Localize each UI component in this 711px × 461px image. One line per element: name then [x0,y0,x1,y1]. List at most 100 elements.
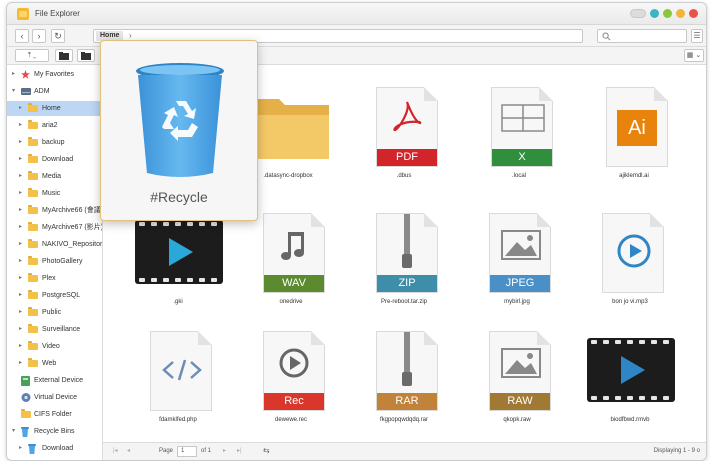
file-item[interactable]: bon jo vi.mp3 [575,203,685,321]
refresh-button[interactable]: ↻ [51,29,65,43]
sidebar-item-postgresql[interactable]: ▸ PostgreSQL [7,288,102,303]
folder-icon [28,324,38,333]
last-page-button[interactable]: ▸| [237,447,242,454]
window-close-button[interactable] [689,9,698,18]
sidebar-item-video[interactable]: ▸ Video [7,339,102,354]
expand-triangle-icon[interactable]: ▸ [19,288,22,303]
window-minimize-button[interactable] [676,9,685,18]
window-toggle-button[interactable] [630,9,646,18]
drag-preview-label: #Recycle [150,189,208,205]
sidebar-item-my-favorites[interactable]: ▸ My Favorites [7,67,102,82]
collapse-triangle-icon[interactable]: ▾ [12,84,15,99]
expand-triangle-icon[interactable]: ▸ [19,220,22,235]
expand-triangle-icon[interactable]: ▸ [19,356,22,371]
raw-file-icon: RAW [489,331,551,411]
window-info-button[interactable] [650,9,659,18]
sidebar-tree: ▸ My Favorites ▾ ADM ▸ Home ▸ aria2 ▸ ba… [7,65,103,460]
page-number-input[interactable]: 1 [177,446,197,457]
file-name: bon jo vi.mp3 [612,299,648,305]
file-item[interactable]: RAR fkgpopqwdqdq.rar [349,321,459,439]
acrobat-icon [393,101,422,132]
expand-triangle-icon[interactable]: ▸ [19,339,22,354]
expand-triangle-icon[interactable]: ▸ [19,186,22,201]
sidebar-item-plex[interactable]: ▸ Plex [7,271,102,286]
audio-file-icon [602,213,664,293]
sidebar-item-virtual-device[interactable]: Virtual Device [7,390,102,405]
sidebar-item-cifs-folder[interactable]: CIFS Folder [7,407,102,422]
folder-icon [28,239,38,248]
sidebar-item-myarchive66[interactable]: ▸ MyArchive66 (會議) [7,203,102,218]
file-item[interactable]: X .local [464,77,574,195]
expand-triangle-icon[interactable]: ▸ [19,135,22,150]
file-item[interactable]: fdamklfed.php [123,321,233,439]
window-maximize-button[interactable] [663,9,672,18]
sidebar-item-external-device[interactable]: External Device [7,373,102,388]
sidebar-item-recycle-download[interactable]: ▸ Download [7,441,102,456]
recycle-drag-preview[interactable]: #Recycle [100,40,258,221]
upload-button[interactable]: ⤒ ⌄ [15,49,49,62]
sidebar-item-photogallery[interactable]: ▸ PhotoGallery [7,254,102,269]
sidebar-item-backup[interactable]: ▸ backup [7,135,102,150]
list-menu-icon[interactable]: ☰ [691,29,703,43]
file-item[interactable]: RAW qkopk.raw [462,321,572,439]
sidebar-item-myarchive67[interactable]: ▸ MyArchive67 (影片) [7,220,102,235]
back-button[interactable]: ‹ [15,29,29,43]
file-item[interactable]: Ai ajiklemdl.ai [579,77,689,195]
collapse-triangle-icon[interactable]: ▾ [12,424,15,439]
page-label: Page [159,448,174,454]
expand-triangle-icon[interactable]: ▸ [19,118,22,133]
expand-triangle-icon[interactable]: ▸ [19,254,22,269]
view-mode-button[interactable]: ▦ ⌄ [684,49,704,62]
file-name: fdamklfed.php [159,417,197,423]
expand-triangle-icon[interactable]: ▸ [19,152,22,167]
folder-icon [28,358,38,367]
sidebar-item-media[interactable]: ▸ Media [7,169,102,184]
sidebar-item-download[interactable]: ▸ Download [7,152,102,167]
expand-triangle-icon[interactable]: ▸ [19,305,22,320]
expand-triangle-icon[interactable]: ▸ [19,203,22,218]
folder-icon [28,307,38,316]
file-item[interactable]: ZIP Pre-reboot.tar.zip [349,203,459,321]
play-icon [169,238,193,266]
sidebar-item-aria2[interactable]: ▸ aria2 [7,118,102,133]
file-item[interactable]: JPEG mybirl.jpg [462,203,572,321]
folder-action-button[interactable] [77,49,95,62]
rar-file-icon: RAR [376,331,438,411]
file-name: dewewe.rec [274,417,307,423]
previous-page-button[interactable]: ◂ [127,447,130,454]
sidebar-item-public[interactable]: ▸ Public [7,305,102,320]
expand-triangle-icon[interactable]: ▸ [19,101,22,116]
expand-triangle-icon[interactable]: ▸ [19,441,22,456]
expand-triangle-icon[interactable]: ▸ [19,169,22,184]
forward-button[interactable]: › [32,29,46,43]
file-item[interactable]: Rec dewewe.rec [236,321,346,439]
file-item[interactable]: PDF .dbus [349,77,459,195]
sidebar-item-adm[interactable]: ▾ ADM [7,84,102,99]
sidebar-item-music[interactable]: ▸ Music [7,186,102,201]
file-name: mybirl.jpg [504,299,530,305]
title-bar: File Explorer [7,3,706,25]
folder-icon [28,256,38,265]
sidebar-item-label: Recycle Bins [34,428,75,435]
sidebar-item-web[interactable]: ▸ Web [7,356,102,371]
sidebar-item-label: aria2 [42,122,58,129]
sidebar-item-label: NAKIVO_Repository [42,241,102,248]
sidebar-item-label: Download [42,156,74,163]
next-page-button[interactable]: ▸ [223,447,226,454]
new-folder-button[interactable] [55,49,73,62]
sidebar-item-surveillance[interactable]: ▸ Surveillance [7,322,102,337]
file-item[interactable]: biodfbwd.rmvb [575,321,685,439]
expand-triangle-icon[interactable]: ▸ [19,271,22,286]
expand-triangle-icon[interactable]: ▸ [19,322,22,337]
sidebar-item-nakivo-repository[interactable]: ▸ NAKIVO_Repository [7,237,102,252]
refresh-icon[interactable]: ⇆ [263,446,270,455]
expand-triangle-icon[interactable]: ▸ [12,67,15,82]
folder-icon [28,341,38,350]
sidebar-item-recycle-bins[interactable]: ▾ Recycle Bins [7,424,102,439]
expand-triangle-icon[interactable]: ▸ [19,237,22,252]
first-page-button[interactable]: |◂ [113,447,118,454]
zipper-icon [402,214,412,268]
search-input[interactable] [597,29,687,43]
sidebar-item-label: Public [42,309,62,316]
sidebar-item-home[interactable]: ▸ Home [7,101,102,116]
